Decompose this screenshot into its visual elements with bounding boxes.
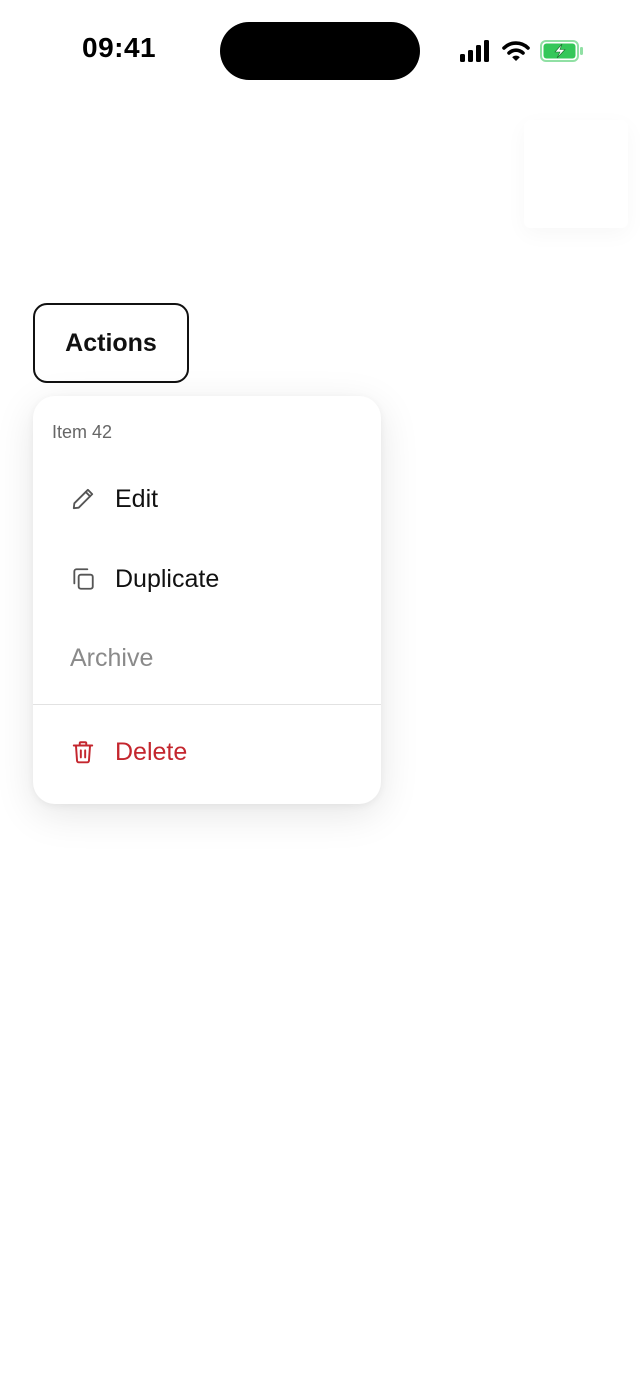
signal-icon — [460, 40, 492, 62]
menu-item-archive: Archive — [33, 626, 381, 690]
menu-item-delete[interactable]: Delete — [33, 720, 381, 784]
wifi-icon — [502, 40, 530, 62]
trash-icon — [70, 739, 96, 765]
dynamic-island — [220, 22, 420, 80]
menu-item-label: Edit — [115, 484, 159, 513]
menu-item-label: Duplicate — [115, 564, 220, 593]
status-icons — [460, 38, 584, 64]
status-time: 09:41 — [82, 32, 157, 63]
actions-menu: Item 42 Edit Duplicate Archive Delete — [33, 396, 381, 804]
menu-item-label: Delete — [115, 737, 188, 766]
status-bar: 09:41 — [0, 0, 640, 100]
pencil-icon — [70, 486, 96, 512]
menu-item-label: Archive — [70, 643, 154, 672]
menu-header: Item 42 — [52, 422, 113, 442]
menu-divider — [33, 704, 381, 705]
background-card — [524, 120, 628, 228]
copy-icon — [70, 566, 96, 592]
battery-charging-icon — [540, 40, 584, 62]
menu-item-edit[interactable]: Edit — [33, 467, 381, 531]
menu-item-duplicate[interactable]: Duplicate — [33, 547, 381, 611]
actions-button[interactable]: Actions — [33, 303, 189, 383]
